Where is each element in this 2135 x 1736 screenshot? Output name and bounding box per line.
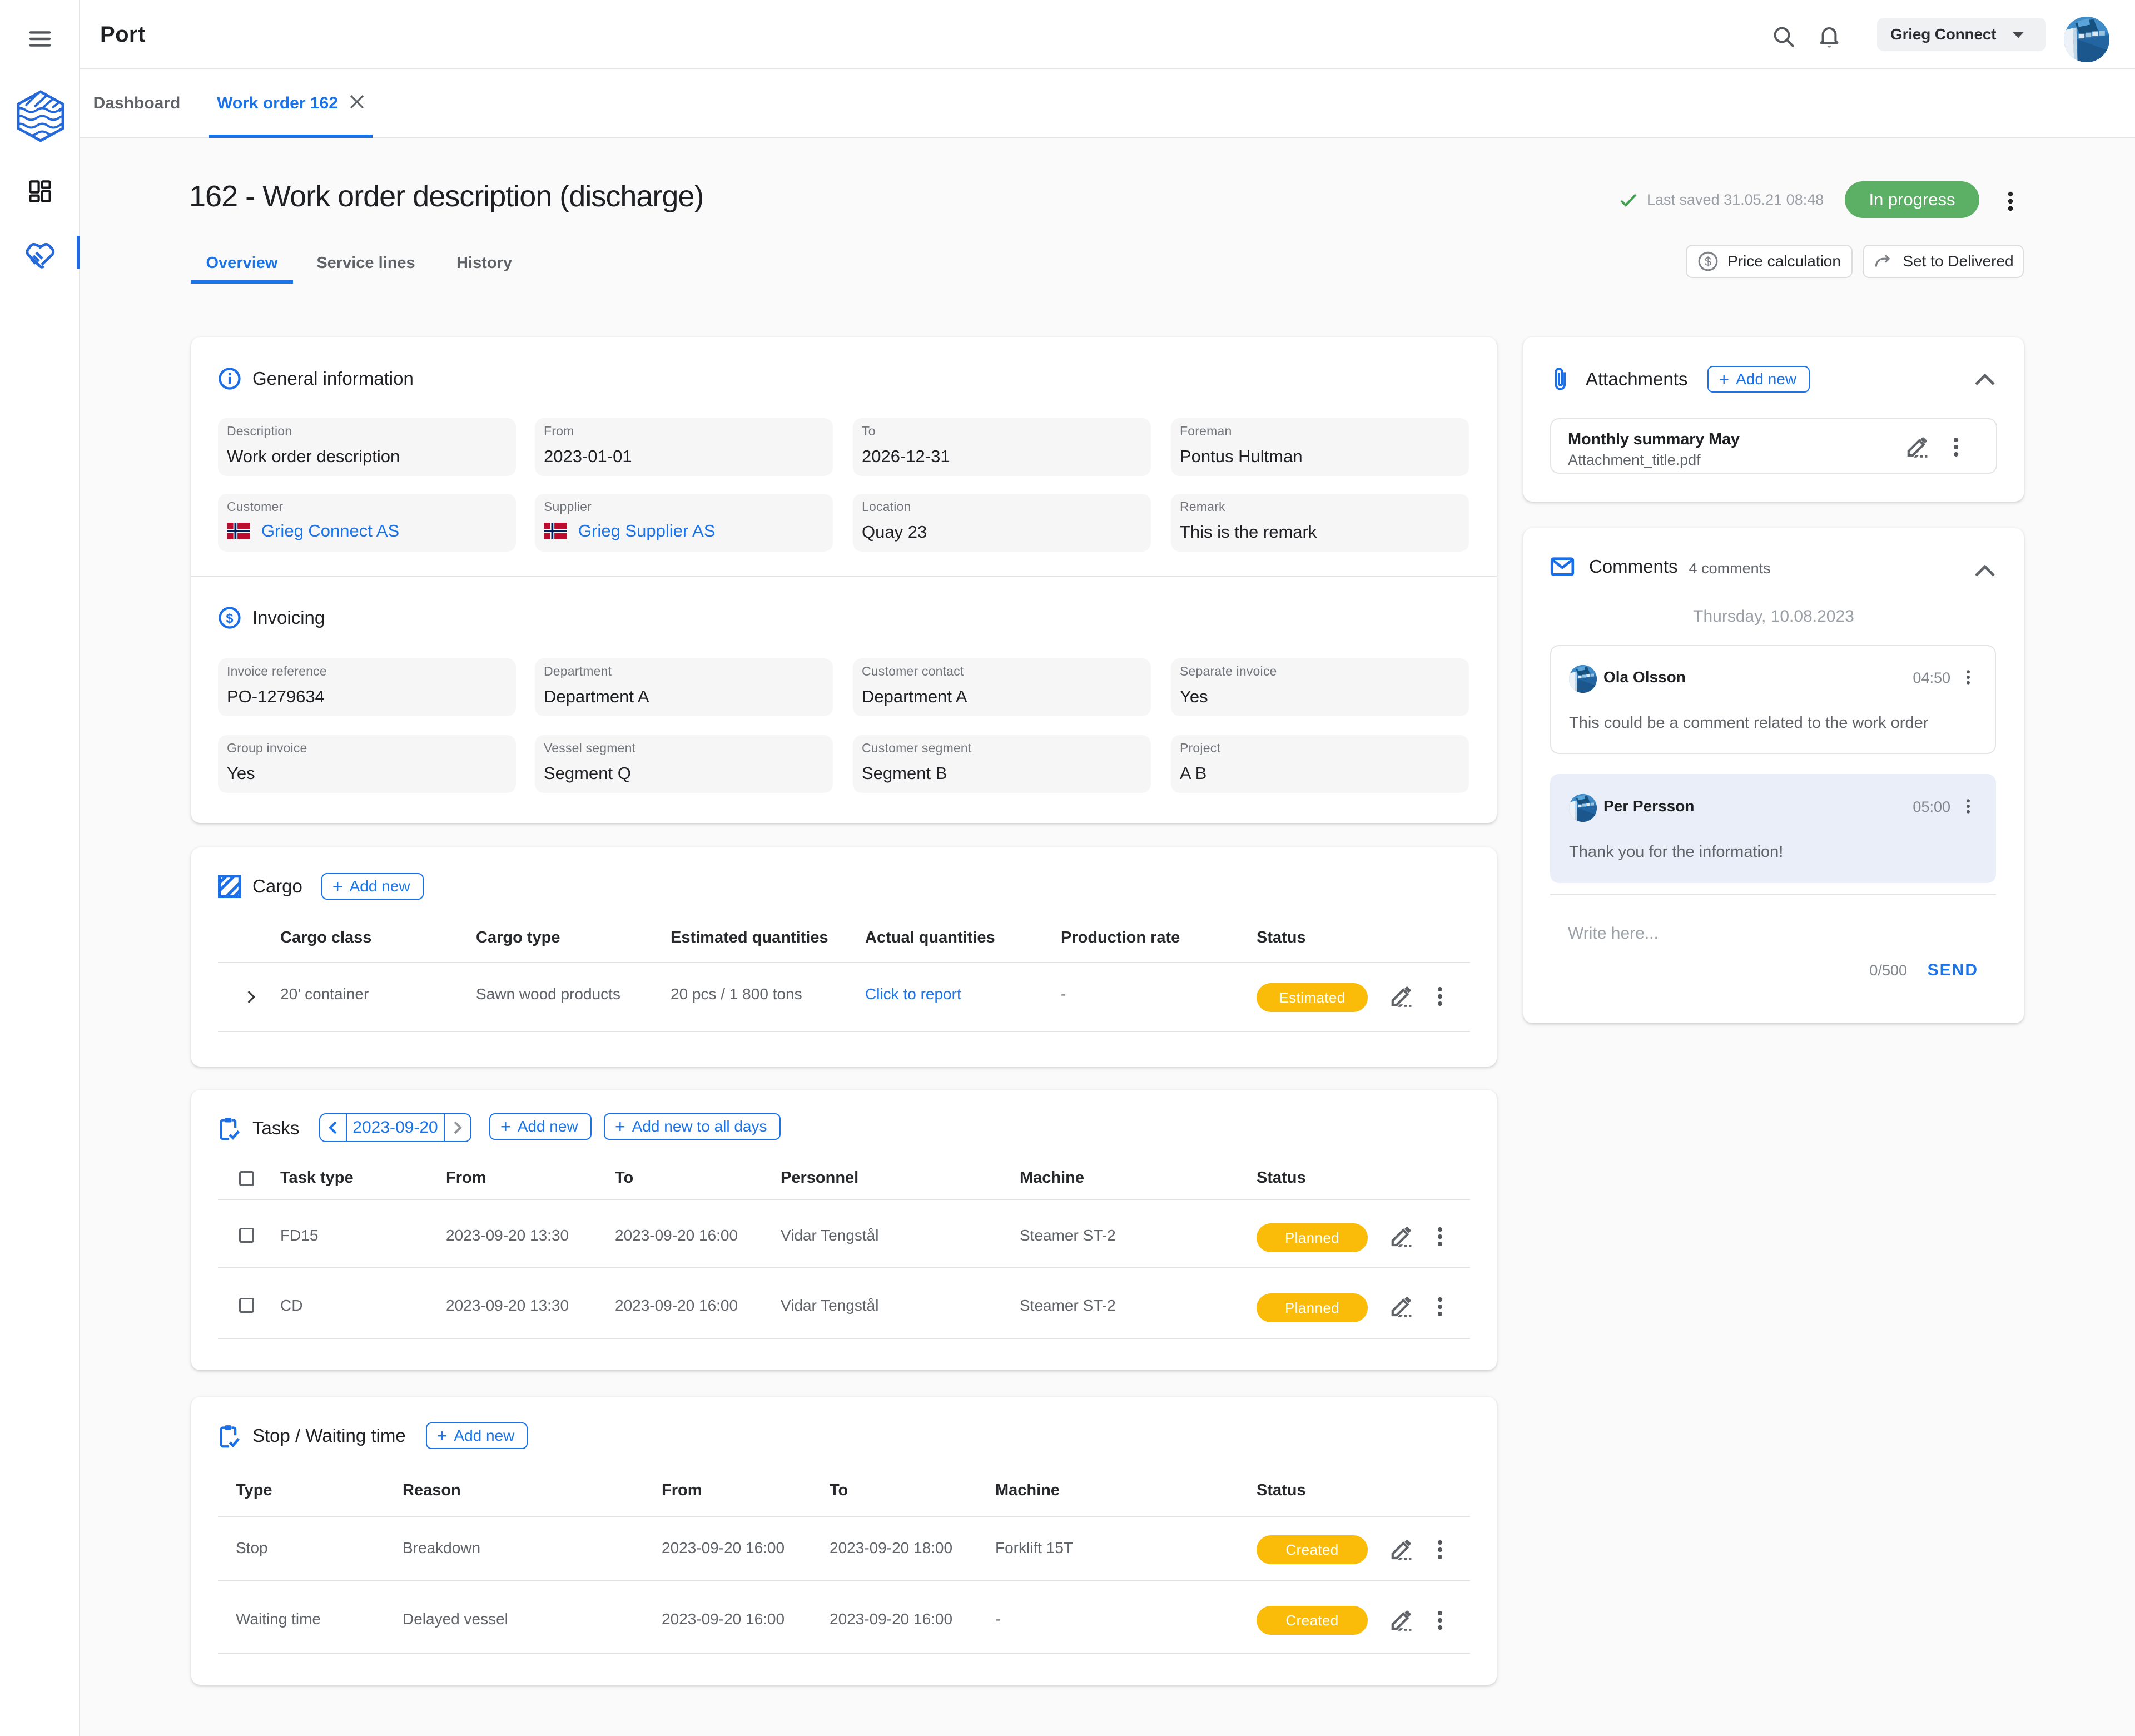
svg-text:$: $: [1705, 255, 1711, 269]
svg-text:$: $: [226, 612, 233, 626]
